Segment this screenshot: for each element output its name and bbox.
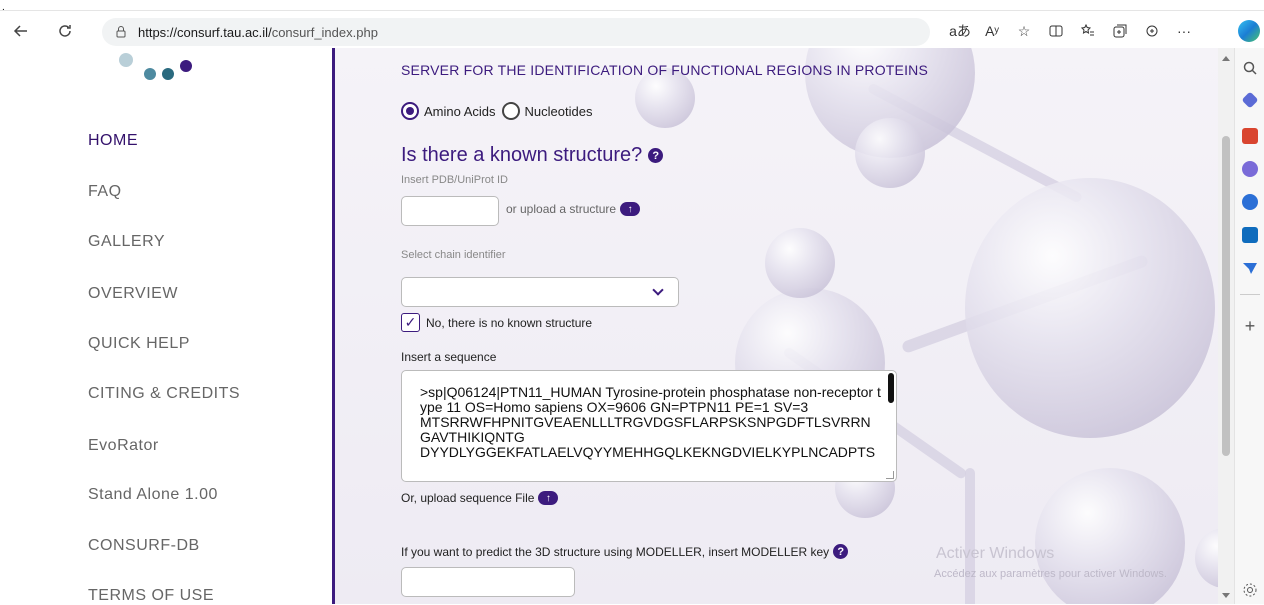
toolbar-icons: aあ Aʸ ☆ ··· <box>944 18 1200 44</box>
pdb-label: Insert PDB/UniProt ID <box>401 174 508 186</box>
known-structure-question: Is there a known structure? <box>401 144 643 166</box>
edge-copilot-icon[interactable] <box>1238 20 1260 42</box>
nav-item-terms-of-use[interactable]: TERMS OF USE <box>88 587 214 605</box>
split-screen-icon[interactable] <box>1040 18 1072 44</box>
upload-structure-label[interactable]: or upload a structure <box>506 202 616 216</box>
background-sphere <box>1035 468 1185 604</box>
background-sphere <box>855 118 925 188</box>
extensions-icon[interactable] <box>1136 18 1168 44</box>
help-icon[interactable]: ? <box>833 544 849 559</box>
background-sphere <box>765 228 835 298</box>
activation-watermark-title: Activer Windows <box>936 545 1055 562</box>
outlook-icon[interactable] <box>1242 227 1258 243</box>
no-structure-checkbox[interactable]: ✓ <box>401 313 420 332</box>
known-structure-heading: Is there a known structure? ? <box>401 144 664 167</box>
upload-sequence-link[interactable]: Or, upload sequence File ↑ <box>401 491 559 505</box>
collections-icon[interactable] <box>1104 18 1136 44</box>
upload-sequence-label[interactable]: Or, upload sequence File <box>401 491 534 505</box>
more-icon[interactable]: ··· <box>1168 18 1200 44</box>
read-aloud-icon[interactable]: aあ <box>944 18 976 44</box>
persona-icon[interactable] <box>1242 161 1258 177</box>
edge-sidebar: + <box>1234 48 1264 604</box>
nav-item-citing-credits[interactable]: CITING & CREDITS <box>88 385 240 403</box>
shopping-tag-icon[interactable] <box>1241 91 1259 109</box>
background-sphere <box>1195 528 1218 588</box>
resize-handle[interactable] <box>886 471 894 479</box>
modeller-row: If you want to predict the 3D structure … <box>401 544 849 559</box>
chain-select[interactable] <box>401 277 679 307</box>
page-headline: SERVER FOR THE IDENTIFICATION OF FUNCTIO… <box>401 62 929 78</box>
main-content: SERVER FOR THE IDENTIFICATION OF FUNCTIO… <box>335 48 1218 604</box>
url-host: https://consurf.tau.ac.il/ <box>138 24 272 40</box>
add-icon[interactable]: + <box>1242 317 1258 335</box>
help-icon[interactable]: ? <box>648 148 664 163</box>
favorites-list-icon[interactable] <box>1072 18 1104 44</box>
nav-item-stand-alone[interactable]: Stand Alone 1.00 <box>88 486 218 504</box>
consurf-logo <box>119 53 192 80</box>
scroll-thumb[interactable] <box>1222 136 1230 456</box>
sequence-label: Insert a sequence <box>401 350 497 364</box>
search-icon[interactable] <box>1242 60 1258 76</box>
page-scrollbar[interactable] <box>1218 48 1234 604</box>
top-marker: . <box>2 2 5 13</box>
browser-toolbar: https://consurf.tau.ac.il/consurf_index.… <box>0 14 1264 48</box>
office-icon[interactable] <box>1242 194 1258 210</box>
textarea-scrollbar[interactable] <box>888 373 894 403</box>
send-icon[interactable] <box>1242 260 1258 276</box>
background-bond <box>965 468 975 604</box>
amino-acids-label[interactable]: Amino Acids <box>424 104 496 119</box>
background-sphere <box>965 178 1215 438</box>
pdb-id-input[interactable] <box>401 196 499 226</box>
tools-icon[interactable] <box>1242 128 1258 144</box>
scroll-up-icon[interactable] <box>1222 56 1230 61</box>
sequence-textarea[interactable]: >sp|Q06124|PTN11_HUMAN Tyrosine-protein … <box>401 370 897 482</box>
nav-item-gallery[interactable]: GALLERY <box>88 233 165 251</box>
upload-structure-link[interactable]: or upload a structure ↑ <box>506 202 641 216</box>
nav-item-consurf-db[interactable]: CONSURF-DB <box>88 537 200 555</box>
amino-acids-radio[interactable] <box>401 102 419 120</box>
top-divider <box>0 10 1264 11</box>
settings-gear-icon[interactable] <box>1242 582 1258 598</box>
cloud-upload-icon[interactable]: ↑ <box>538 491 559 505</box>
favorite-star-icon[interactable]: ☆ <box>1008 18 1040 44</box>
modeller-key-input[interactable] <box>401 567 575 597</box>
cloud-upload-icon[interactable]: ↑ <box>620 202 641 216</box>
sidebar-divider <box>1240 294 1260 295</box>
sequence-text: >sp|Q06124|PTN11_HUMAN Tyrosine-protein … <box>420 384 881 460</box>
back-arrow-icon[interactable] <box>8 18 34 44</box>
nav-item-evorator[interactable]: EvoRator <box>88 437 159 455</box>
refresh-icon[interactable] <box>52 18 78 44</box>
left-navigation: HOME FAQ GALLERY OVERVIEW QUICK HELP CIT… <box>12 48 332 604</box>
modeller-label: If you want to predict the 3D structure … <box>401 544 830 559</box>
nav-item-overview[interactable]: OVERVIEW <box>88 285 178 303</box>
nav-item-home[interactable]: HOME <box>88 132 138 150</box>
no-structure-label[interactable]: No, there is no known structure <box>426 316 592 330</box>
activation-watermark-subtitle: Accédez aux paramètres pour activer Wind… <box>934 568 1167 580</box>
nucleotides-label[interactable]: Nucleotides <box>525 104 593 119</box>
no-structure-row: ✓ No, there is no known structure <box>401 313 592 332</box>
chevron-down-icon <box>652 284 664 296</box>
nucleotides-radio[interactable] <box>501 102 520 120</box>
scroll-down-icon[interactable] <box>1222 593 1230 598</box>
url-path: consurf_index.php <box>271 24 378 40</box>
molecule-type-radio-group: Amino Acids Nucleotides <box>401 102 592 120</box>
lock-icon[interactable] <box>114 25 128 39</box>
chain-label: Select chain identifier <box>401 249 506 261</box>
nav-item-quick-help[interactable]: QUICK HELP <box>88 335 190 353</box>
text-size-icon[interactable]: Aʸ <box>976 18 1008 44</box>
address-bar[interactable]: https://consurf.tau.ac.il/consurf_index.… <box>102 18 930 46</box>
nav-item-faq[interactable]: FAQ <box>88 183 122 201</box>
